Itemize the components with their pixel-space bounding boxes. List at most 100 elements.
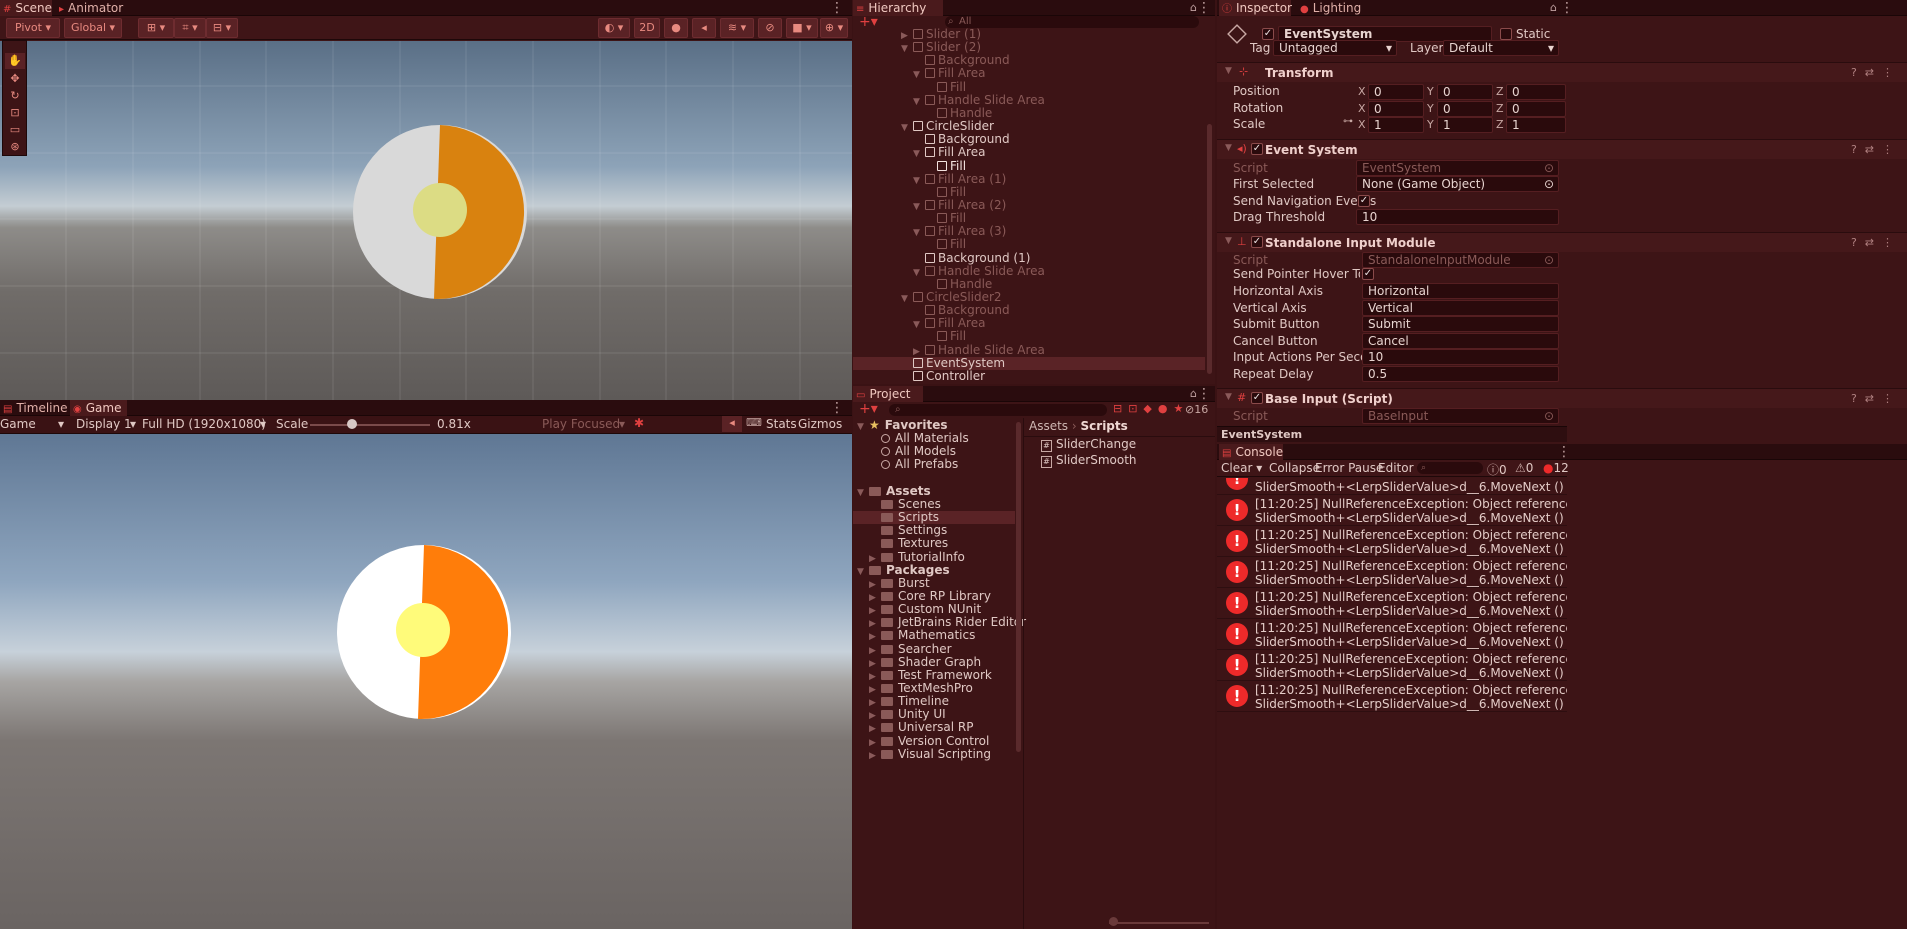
- hierarchy-item[interactable]: Background: [853, 304, 1205, 317]
- submit-field[interactable]: Submit: [1362, 316, 1559, 333]
- hierarchy-item[interactable]: ▼ Slider (2): [853, 41, 1205, 55]
- base-input-header[interactable]: ▼ # ✓ Base Input (Script) ?⇄⋮: [1217, 388, 1907, 408]
- hierarchy-item[interactable]: ▼ Fill Area (3): [853, 225, 1205, 239]
- axis-label-x[interactable]: X: [1358, 102, 1366, 115]
- icon-size-slider[interactable]: [1109, 922, 1209, 924]
- scale-y-field[interactable]: 1: [1437, 117, 1493, 133]
- keyboard-icon[interactable]: ⌨: [746, 416, 762, 429]
- hierarchy-item[interactable]: Fill: [853, 330, 1205, 343]
- inspector-menu-icon[interactable]: ⋮: [1560, 1, 1574, 15]
- package-folder[interactable]: ▶ Mathematics: [853, 629, 1015, 643]
- layer-dropdown[interactable]: Default ▾: [1443, 40, 1559, 56]
- camera-dropdown[interactable]: ■ ▾: [786, 18, 818, 38]
- log-entry[interactable]: ! [11:20:25] NullReferenceException: Obje…: [1217, 526, 1567, 557]
- log-entry[interactable]: ! [11:20:25] NullReferenceException: Obje…: [1217, 650, 1567, 681]
- clear-button[interactable]: Clear ▾: [1221, 461, 1262, 475]
- lock-icon[interactable]: ⌂: [1190, 1, 1197, 14]
- asset-folder[interactable]: Textures: [853, 537, 1015, 550]
- tab-animator[interactable]: ▸ Animator: [56, 0, 129, 16]
- increment-snap-button[interactable]: ⌗ ▾: [174, 18, 206, 38]
- axis-label-z[interactable]: Z: [1496, 118, 1504, 131]
- stats-button[interactable]: Stats: [766, 417, 797, 431]
- hierarchy-item[interactable]: ▼ CircleSlider: [853, 119, 1205, 133]
- log-entry[interactable]: ! [11:20:25] NullReferenceException: Obje…: [1217, 681, 1567, 712]
- tab-game[interactable]: ◉ Game: [70, 400, 128, 416]
- inspector-lock-icon[interactable]: ⌂: [1550, 1, 1557, 14]
- axis-label-y[interactable]: Y: [1427, 85, 1434, 98]
- error-count[interactable]: ●12: [1543, 461, 1569, 475]
- first-selected-field[interactable]: None (Game Object) ⊙: [1356, 176, 1559, 192]
- bug-icon[interactable]: ✱: [634, 416, 644, 430]
- tab-scene[interactable]: # Scene: [0, 0, 52, 16]
- info-count[interactable]: ⓘ0: [1487, 461, 1507, 478]
- effects-dropdown[interactable]: ≋ ▾: [720, 18, 754, 38]
- hierarchy-item[interactable]: ▼ Fill Area: [853, 67, 1205, 81]
- aps-field[interactable]: 10: [1362, 349, 1559, 366]
- project-add-button[interactable]: +▾: [859, 401, 878, 417]
- favorite-item[interactable]: All Prefabs: [853, 458, 1015, 471]
- hand-icon[interactable]: ✋: [5, 53, 25, 69]
- static-checkbox[interactable]: [1500, 28, 1512, 40]
- asset-folder[interactable]: Settings: [853, 524, 1015, 537]
- log-entry-partial[interactable]: ! SliderSmooth+<LerpSliderValue>d__6.Mov…: [1217, 478, 1567, 495]
- rotate-icon[interactable]: ↻: [5, 88, 25, 104]
- hierarchy-item[interactable]: Handle: [853, 277, 1205, 291]
- cancel-field[interactable]: Cancel: [1362, 332, 1559, 349]
- mode-2d-button[interactable]: 2D: [634, 18, 660, 38]
- favorite-item[interactable]: All Materials: [853, 432, 1015, 445]
- asset-folder[interactable]: Scenes: [853, 497, 1015, 511]
- package-folder[interactable]: ▶ Custom NUnit: [853, 603, 1015, 617]
- tab-timeline[interactable]: ▤ Timeline: [0, 400, 73, 416]
- active-checkbox[interactable]: ✓: [1262, 28, 1274, 40]
- shading-mode-button[interactable]: ◐ ▾: [598, 18, 630, 38]
- warning-count[interactable]: ⚠0: [1515, 461, 1533, 475]
- collapse-button[interactable]: Collapse: [1269, 461, 1320, 475]
- project-filter-icons[interactable]: ⊟⊡◆●★: [1113, 402, 1189, 415]
- hierarchy-item[interactable]: ▼ CircleSlider2: [853, 290, 1205, 304]
- log-entry[interactable]: ! [11:20:25] NullReferenceException: Obje…: [1217, 557, 1567, 588]
- gizmos-dropdown[interactable]: ⊕ ▾: [820, 18, 848, 38]
- move-icon[interactable]: ✥: [5, 71, 25, 87]
- icon-size-slider-thumb[interactable]: [1109, 917, 1118, 926]
- hierarchy-item[interactable]: ▼ Fill Area (2): [853, 198, 1205, 212]
- hidden-packages-count[interactable]: ⊘16: [1185, 403, 1208, 416]
- hover-checkbox[interactable]: ✓: [1362, 268, 1374, 280]
- hierarchy-item[interactable]: Fill: [853, 212, 1205, 225]
- package-folder[interactable]: ▶ Universal RP: [853, 721, 1015, 735]
- rotation-z-field[interactable]: 0: [1506, 101, 1566, 117]
- hierarchy-menu-icon[interactable]: ⋮: [1197, 1, 1211, 15]
- project-lock-icon[interactable]: ⌂: [1190, 387, 1197, 400]
- component-header-icons[interactable]: ?⇄⋮: [1851, 392, 1901, 405]
- hierarchy-item[interactable]: Background: [853, 54, 1205, 67]
- event-system-enabled-checkbox[interactable]: ✓: [1251, 143, 1263, 155]
- mute-audio-icon[interactable]: ◂: [722, 416, 742, 432]
- hierarchy-item[interactable]: Fill: [853, 238, 1205, 251]
- grid-snap-button[interactable]: ⊞ ▾: [138, 18, 174, 38]
- hierarchy-scrollbar[interactable]: [1207, 124, 1212, 374]
- hierarchy-item[interactable]: ▼ Fill Area: [853, 317, 1205, 331]
- visibility-toggle[interactable]: ⊘: [758, 18, 782, 38]
- file-slidersmooth[interactable]: # SliderSmooth: [1041, 452, 1137, 468]
- position-z-field[interactable]: 0: [1506, 84, 1566, 100]
- rotation-y-field[interactable]: 0: [1437, 101, 1493, 117]
- packages-section[interactable]: ▼ Packages: [853, 563, 1015, 577]
- repeat-field[interactable]: 0.5: [1362, 366, 1559, 382]
- audio-toggle[interactable]: ◂: [692, 18, 716, 38]
- hierarchy-item[interactable]: ▼ Handle Slide Area: [853, 264, 1205, 278]
- axis-label-y[interactable]: Y: [1427, 102, 1434, 115]
- event-system-header[interactable]: ▼ ◂) ✓ Event System ?⇄⋮: [1217, 139, 1907, 159]
- standalone-header[interactable]: ▼ ⊥ ✓ Standalone Input Module ?⇄⋮: [1217, 232, 1907, 252]
- project-menu-icon[interactable]: ⋮: [1197, 387, 1211, 401]
- log-entry[interactable]: ! [11:20:25] NullReferenceException: Obje…: [1217, 619, 1567, 650]
- component-header-icons[interactable]: ?⇄⋮: [1851, 66, 1901, 79]
- axis-label-x[interactable]: X: [1358, 118, 1366, 131]
- breadcrumb-scripts[interactable]: Scripts: [1081, 419, 1128, 433]
- axis-label-z[interactable]: Z: [1496, 85, 1504, 98]
- game-menu-icon[interactable]: ⋮: [830, 401, 844, 415]
- tab-lighting[interactable]: ● Lighting: [1297, 0, 1367, 16]
- hierarchy-item[interactable]: Handle: [853, 106, 1205, 120]
- axis-label-x[interactable]: X: [1358, 85, 1366, 98]
- component-header-icons[interactable]: ?⇄⋮: [1851, 236, 1901, 249]
- standalone-enabled-checkbox[interactable]: ✓: [1251, 236, 1263, 248]
- log-entry[interactable]: ! [11:20:25] NullReferenceException: Obje…: [1217, 495, 1567, 526]
